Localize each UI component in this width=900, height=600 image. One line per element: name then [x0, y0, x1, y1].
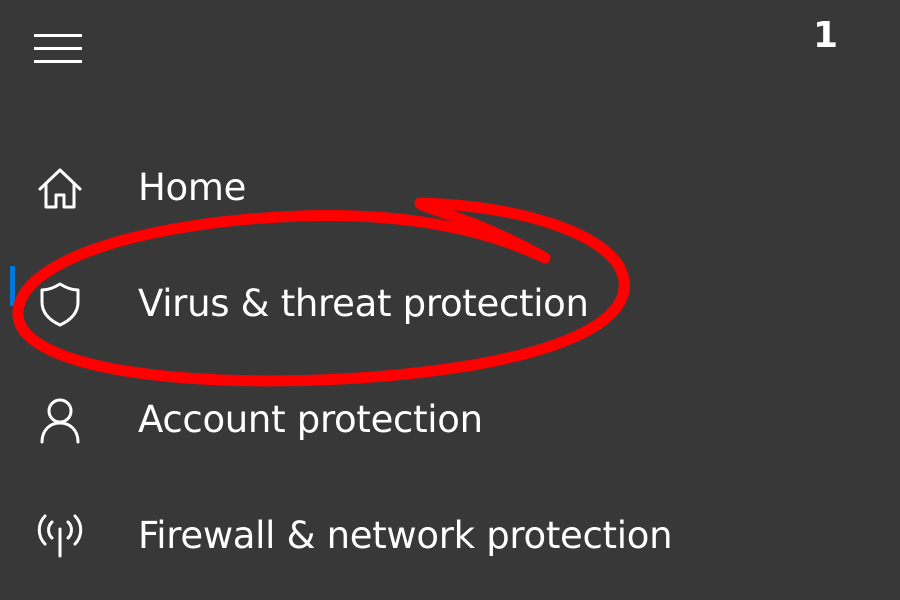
antenna-icon: [32, 512, 88, 560]
sidebar-item-home[interactable]: Home: [0, 130, 900, 246]
sidebar-item-label: Firewall & network protection: [138, 514, 673, 557]
sidebar-item-firewall-network-protection[interactable]: Firewall & network protection: [0, 478, 900, 594]
selection-indicator: [10, 266, 15, 306]
hamburger-menu-icon[interactable]: [34, 30, 82, 66]
sidebar-item-label: Virus & threat protection: [138, 282, 589, 325]
sidebar-item-label: Home: [138, 166, 247, 209]
home-icon: [32, 164, 88, 212]
sidebar-item-virus-threat-protection[interactable]: Virus & threat protection: [0, 246, 900, 362]
person-icon: [32, 396, 88, 444]
sidebar-item-account-protection[interactable]: Account protection: [0, 362, 900, 478]
step-number: 1: [812, 15, 838, 56]
sidebar-item-label: Account protection: [138, 398, 483, 441]
sidebar-nav: Home Virus & threat protection Account p…: [0, 130, 900, 594]
shield-icon: [32, 280, 88, 328]
